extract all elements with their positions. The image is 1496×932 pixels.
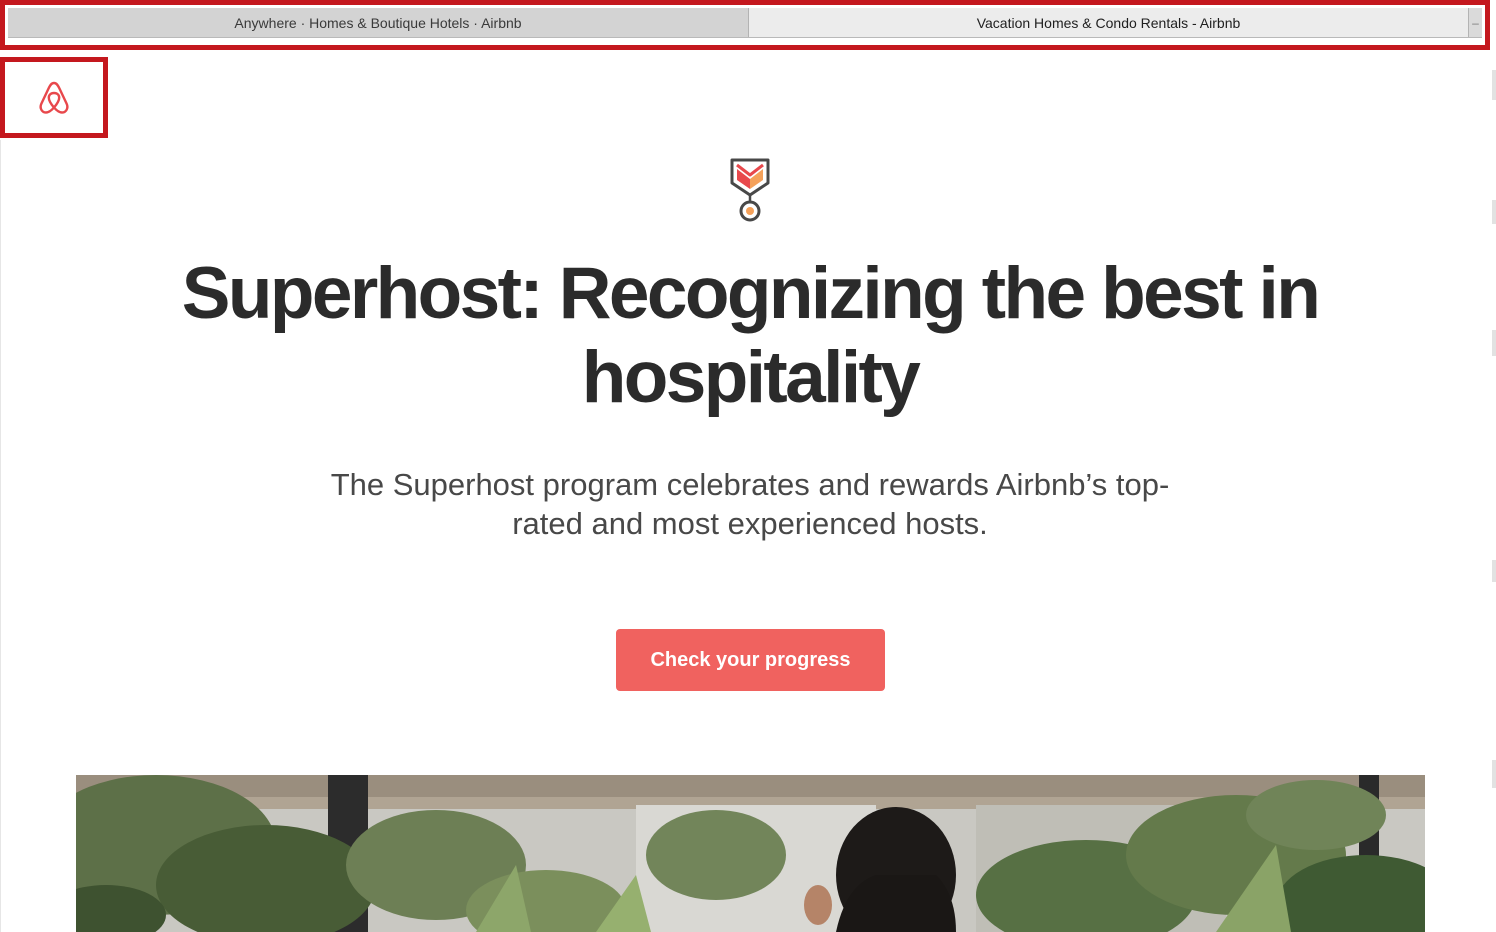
logo-highlight [0,57,108,138]
airbnb-home-link[interactable] [33,77,75,119]
scroll-edge-mark [1492,330,1496,356]
airbnb-belo-icon [39,81,69,114]
new-tab-glyph: – [1472,15,1479,30]
tab-title: Vacation Homes & Condo Rentals - Airbnb [976,14,1241,31]
superhost-medal-icon [729,157,771,225]
scroll-edge-mark [1492,560,1496,582]
scroll-edge-mark [1492,200,1496,224]
check-progress-button[interactable]: Check your progress [616,629,885,691]
new-tab-button[interactable]: – [1468,8,1482,37]
host-in-garden-photo [76,775,1425,932]
browser-tab-bar: Anywhere · Homes & Boutique Hotels · Air… [8,8,1482,38]
scroll-edge-mark [1492,70,1496,100]
browser-tab-strip-highlight: Anywhere · Homes & Boutique Hotels · Air… [0,0,1490,50]
page-title: Superhost: Recognizing the best in hospi… [181,253,1321,418]
browser-tab-vacation-homes[interactable]: Vacation Homes & Condo Rentals - Airbnb [749,8,1468,37]
browser-tab-anywhere[interactable]: Anywhere · Homes & Boutique Hotels · Air… [8,8,749,37]
page-left-edge [0,140,1,932]
scroll-edge-mark [1492,760,1496,788]
tab-title: Anywhere · Homes & Boutique Hotels · Air… [234,14,522,31]
page-subtitle: The Superhost program celebrates and rew… [330,467,1170,541]
